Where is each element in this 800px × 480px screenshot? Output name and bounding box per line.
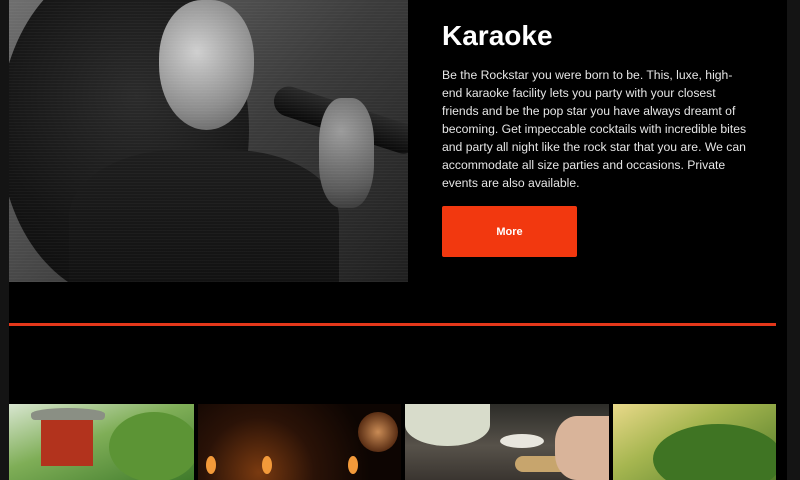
section-title: Karaoke — [442, 20, 553, 51]
karaoke-singer-photo — [9, 0, 408, 282]
thumbnail-lamp — [358, 412, 398, 452]
thumbnail-candle — [206, 456, 216, 474]
thumbnail-pagoda-roof — [31, 408, 105, 420]
section-description: Be the Rockstar you were born to be. Thi… — [442, 68, 747, 190]
gallery-thumbnail-foliage[interactable] — [613, 404, 776, 480]
more-button[interactable]: More — [442, 206, 577, 257]
thumbnail-candle — [348, 456, 358, 474]
thumbnail-pagoda-body — [41, 420, 93, 466]
thumbnail-foliage — [653, 424, 776, 480]
thumbnail-hand — [555, 416, 609, 480]
gallery-thumbnail-tea[interactable] — [405, 404, 609, 480]
thumbnail-candle — [262, 456, 272, 474]
gallery-thumbnail-pagoda[interactable] — [9, 404, 194, 480]
section-divider — [9, 323, 776, 326]
gallery-thumbnail-candles[interactable] — [198, 404, 401, 480]
photo-grain — [9, 0, 408, 282]
thumbnail-bowl — [405, 404, 490, 446]
thumbnail-tree — [109, 412, 194, 480]
thumbnail-plate — [500, 434, 544, 448]
